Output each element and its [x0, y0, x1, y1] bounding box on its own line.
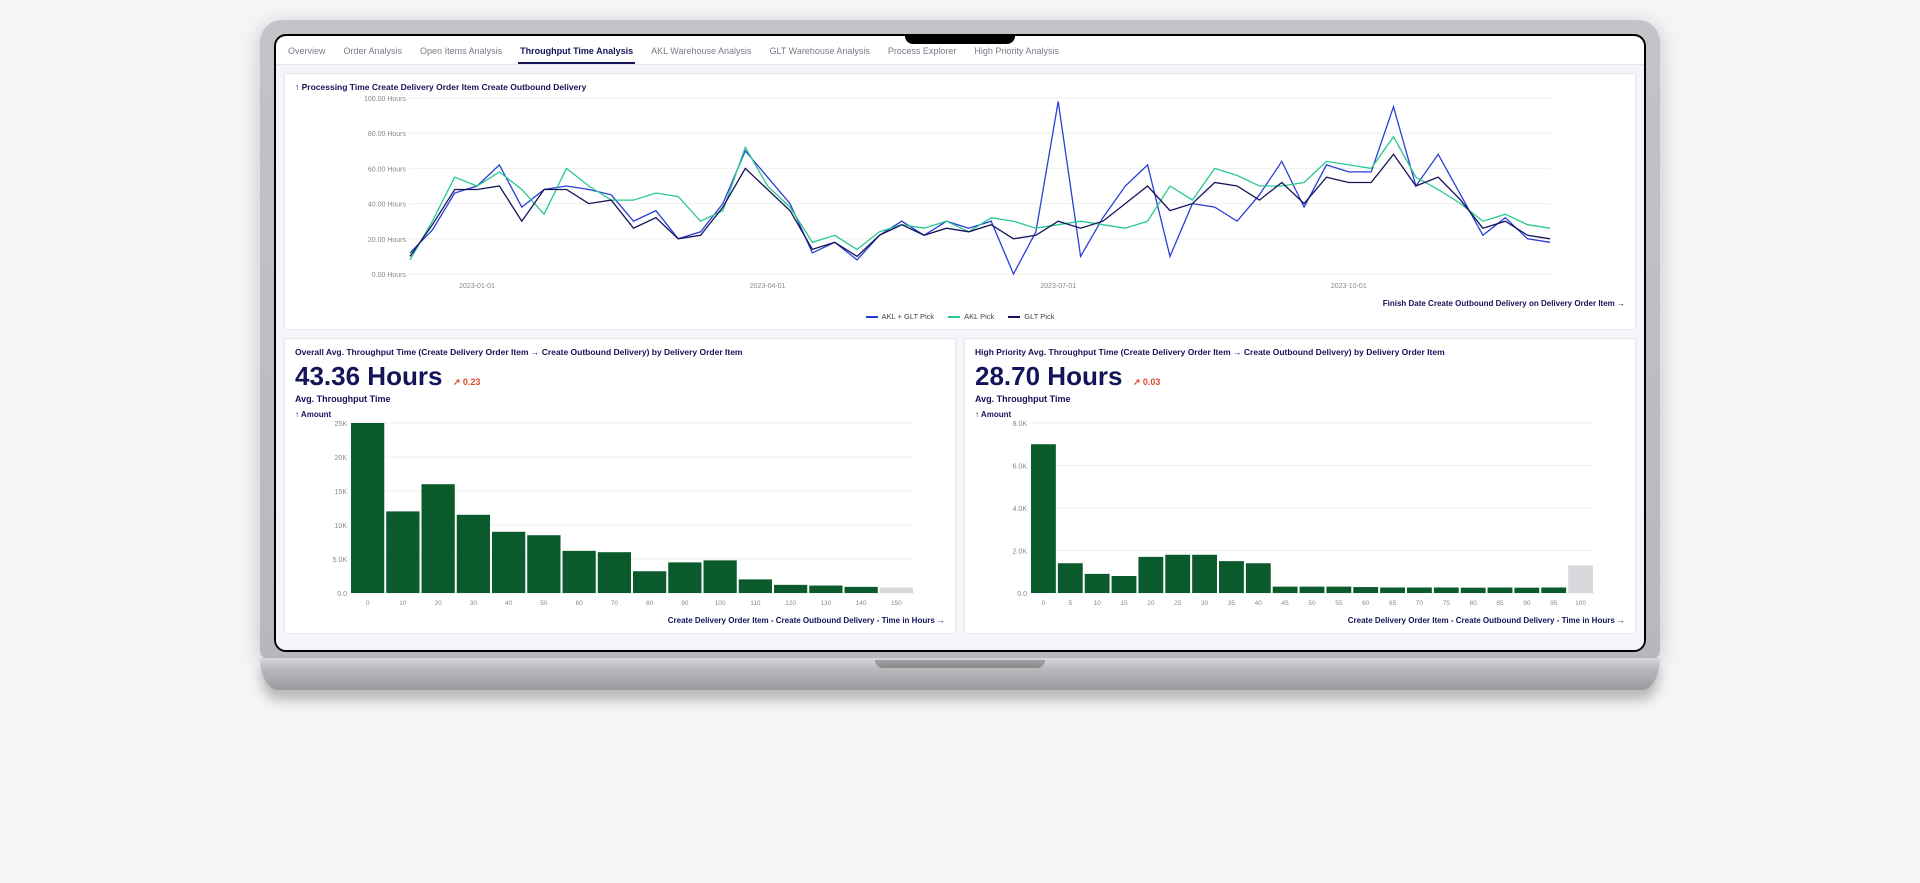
overall-metric: 43.36 Hours — [295, 361, 442, 392]
svg-text:70: 70 — [611, 600, 619, 607]
panel-processing-time: ↑ Processing Time Create Delivery Order … — [284, 73, 1636, 330]
svg-text:20: 20 — [435, 600, 443, 607]
svg-text:60: 60 — [1362, 600, 1370, 607]
svg-text:25: 25 — [1174, 600, 1182, 607]
laptop-notch — [905, 34, 1015, 44]
svg-text:40: 40 — [1255, 600, 1263, 607]
svg-text:2023-01-01: 2023-01-01 — [459, 283, 495, 290]
svg-text:2023-04-01: 2023-04-01 — [750, 283, 786, 290]
hp-ylabel: ↑ Amount — [975, 410, 1625, 419]
hp-metric: 28.70 Hours — [975, 361, 1122, 392]
svg-text:80: 80 — [1470, 600, 1478, 607]
svg-text:90: 90 — [1523, 600, 1531, 607]
svg-text:100: 100 — [715, 600, 726, 607]
svg-text:20K: 20K — [335, 455, 348, 462]
svg-text:15: 15 — [1120, 600, 1128, 607]
svg-text:45: 45 — [1282, 600, 1290, 607]
tab-open-items-analysis[interactable]: Open Items Analysis — [418, 42, 504, 64]
svg-text:5.0K: 5.0K — [333, 557, 348, 564]
svg-text:90: 90 — [681, 600, 689, 607]
svg-text:55: 55 — [1335, 600, 1343, 607]
overall-title: Overall Avg. Throughput Time (Create Del… — [295, 347, 945, 357]
svg-text:10: 10 — [399, 600, 407, 607]
tab-glt-warehouse-analysis[interactable]: GLT Warehouse Analysis — [768, 42, 872, 64]
svg-text:2.0K: 2.0K — [1013, 549, 1028, 556]
svg-text:60.00 Hours: 60.00 Hours — [368, 166, 407, 173]
legend-item[interactable]: GLT Pick — [1008, 312, 1054, 321]
svg-text:4.0K: 4.0K — [1013, 506, 1028, 513]
svg-text:75: 75 — [1443, 600, 1451, 607]
tab-process-explorer[interactable]: Process Explorer — [886, 42, 959, 64]
overall-histogram[interactable]: 0.0 5.0K 10K 15K 20K 25K 0 10 20 30 40 50 60 70 80 90 10… — [295, 419, 945, 609]
svg-text:95: 95 — [1550, 600, 1558, 607]
svg-text:5: 5 — [1068, 600, 1072, 607]
svg-text:80.00 Hours: 80.00 Hours — [368, 131, 407, 138]
panel-overall: Overall Avg. Throughput Time (Create Del… — [284, 338, 956, 634]
svg-text:25K: 25K — [335, 421, 348, 428]
svg-text:30: 30 — [1201, 600, 1209, 607]
panel-high-priority: High Priority Avg. Throughput Time (Crea… — [964, 338, 1636, 634]
tab-throughput-time-analysis[interactable]: Throughput Time Analysis — [518, 42, 635, 64]
svg-text:10K: 10K — [335, 523, 348, 530]
svg-text:40.00 Hours: 40.00 Hours — [368, 202, 407, 209]
overall-delta: 0.23 — [453, 377, 481, 387]
svg-text:2023-10-01: 2023-10-01 — [1331, 283, 1367, 290]
svg-text:0: 0 — [1042, 600, 1046, 607]
svg-text:130: 130 — [820, 600, 831, 607]
hp-delta: 0.03 — [1133, 377, 1161, 387]
svg-text:35: 35 — [1228, 600, 1236, 607]
legend-item[interactable]: AKL Pick — [948, 312, 994, 321]
panel-title: ↑ Processing Time Create Delivery Order … — [295, 82, 1625, 92]
overall-xlabel: Create Delivery Order Item - Create Outb… — [295, 616, 945, 625]
tab-high-priority-analysis[interactable]: High Priority Analysis — [972, 42, 1061, 64]
svg-text:10: 10 — [1094, 600, 1102, 607]
svg-text:8.0K: 8.0K — [1013, 421, 1028, 428]
line-chart-legend: AKL + GLT Pick AKL Pick GLT Pick — [295, 312, 1625, 321]
svg-text:100: 100 — [1575, 600, 1586, 607]
svg-text:120: 120 — [785, 600, 796, 607]
svg-text:15K: 15K — [335, 489, 348, 496]
laptop-mockup: Overview Order Analysis Open Items Analysi… — [260, 20, 1660, 690]
svg-text:80: 80 — [646, 600, 654, 607]
svg-text:140: 140 — [856, 600, 867, 607]
svg-text:20.00 Hours: 20.00 Hours — [368, 237, 407, 244]
svg-text:30: 30 — [470, 600, 478, 607]
svg-text:0.0: 0.0 — [1017, 591, 1027, 598]
hp-title: High Priority Avg. Throughput Time (Crea… — [975, 347, 1625, 357]
legend-item[interactable]: AKL + GLT Pick — [866, 312, 935, 321]
svg-text:0.00 Hours: 0.00 Hours — [372, 272, 407, 279]
svg-text:40: 40 — [505, 600, 513, 607]
laptop-base — [260, 658, 1660, 690]
svg-text:20: 20 — [1147, 600, 1155, 607]
svg-text:150: 150 — [891, 600, 902, 607]
svg-text:85: 85 — [1496, 600, 1504, 607]
tab-overview[interactable]: Overview — [286, 42, 328, 64]
overall-ylabel: ↑ Amount — [295, 410, 945, 419]
svg-text:60: 60 — [576, 600, 584, 607]
svg-text:2023-07-01: 2023-07-01 — [1040, 283, 1076, 290]
svg-text:70: 70 — [1416, 600, 1424, 607]
line-chart-xlabel: Finish Date Create Outbound Delivery on … — [295, 299, 1625, 308]
svg-text:65: 65 — [1389, 600, 1397, 607]
svg-text:50: 50 — [540, 600, 548, 607]
hp-xlabel: Create Delivery Order Item - Create Outb… — [975, 616, 1625, 625]
tab-akl-warehouse-analysis[interactable]: AKL Warehouse Analysis — [649, 42, 753, 64]
svg-text:0.0: 0.0 — [337, 591, 347, 598]
tab-order-analysis[interactable]: Order Analysis — [342, 42, 405, 64]
svg-text:6.0K: 6.0K — [1013, 464, 1028, 471]
hp-sub: Avg. Throughput Time — [975, 394, 1625, 404]
hp-histogram[interactable]: 0.0 2.0K 4.0K 6.0K 8.0K 0 5 10 15 20 25 30 35 40 45 50 5… — [975, 419, 1625, 609]
overall-sub: Avg. Throughput Time — [295, 394, 945, 404]
svg-text:100.00 Hours: 100.00 Hours — [364, 96, 407, 103]
svg-text:0: 0 — [366, 600, 370, 607]
line-chart[interactable]: 0.00 Hours 20.00 Hours 40.00 Hours 60.00 Ho… — [295, 92, 1625, 292]
svg-text:110: 110 — [750, 600, 761, 607]
svg-text:50: 50 — [1308, 600, 1316, 607]
